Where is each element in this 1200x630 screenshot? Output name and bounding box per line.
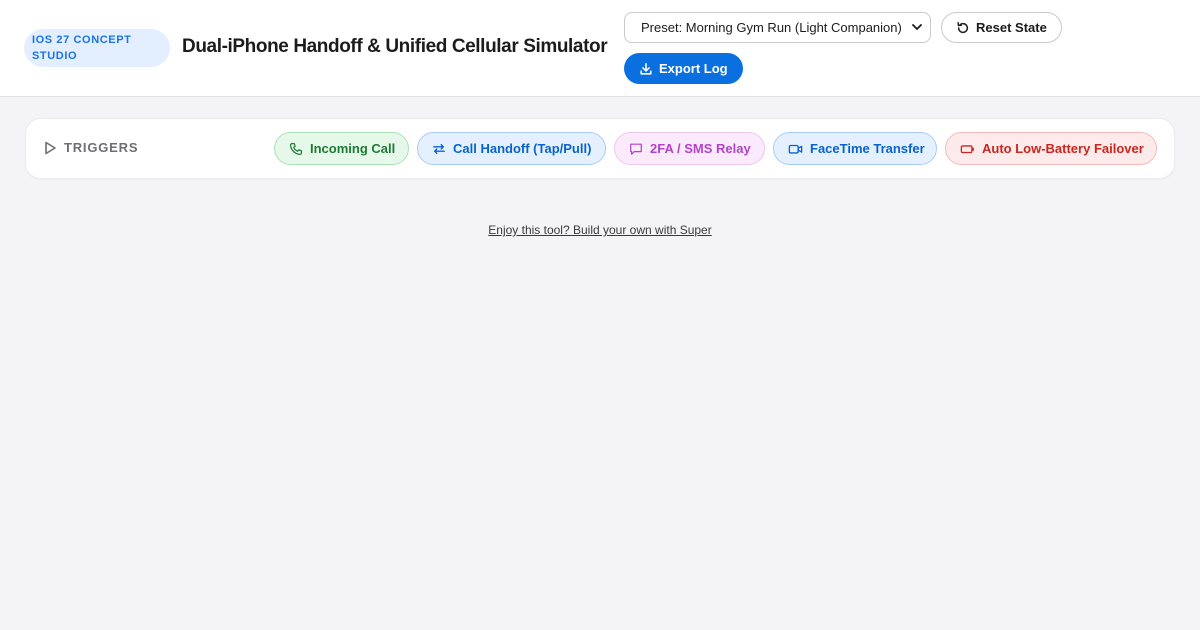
incoming-call-button[interactable]: Incoming Call bbox=[274, 132, 409, 165]
triggers-header[interactable]: TRIGGERS bbox=[44, 140, 138, 155]
top-bar: iOS 27 CONCEPT STUDIO Dual-iPhone Handof… bbox=[0, 0, 1200, 97]
preset-select-value: Preset: Morning Gym Run (Light Companion… bbox=[641, 20, 902, 35]
message-bubble-icon bbox=[630, 143, 642, 155]
battery-low-icon bbox=[960, 144, 974, 153]
build-your-own-link[interactable]: Enjoy this tool? Build your own with Sup… bbox=[488, 223, 711, 237]
sms-relay-label: 2FA / SMS Relay bbox=[650, 141, 751, 156]
reset-icon bbox=[957, 21, 969, 33]
play-icon bbox=[45, 141, 56, 154]
export-log-label: Export Log bbox=[659, 61, 728, 76]
chevron-down-icon bbox=[912, 24, 922, 30]
reset-state-label: Reset State bbox=[976, 20, 1047, 35]
call-handoff-button[interactable]: Call Handoff (Tap/Pull) bbox=[417, 132, 606, 165]
call-handoff-label: Call Handoff (Tap/Pull) bbox=[453, 141, 592, 156]
studio-badge: iOS 27 CONCEPT STUDIO bbox=[24, 29, 170, 67]
incoming-call-label: Incoming Call bbox=[310, 141, 396, 156]
swap-arrows-icon bbox=[433, 143, 445, 154]
facetime-transfer-button[interactable]: FaceTime Transfer bbox=[773, 132, 937, 165]
low-battery-failover-button[interactable]: Auto Low-Battery Failover bbox=[945, 132, 1157, 165]
triggers-label: TRIGGERS bbox=[64, 140, 139, 155]
reset-state-button[interactable]: Reset State bbox=[941, 12, 1062, 43]
video-camera-icon bbox=[788, 144, 803, 154]
low-battery-failover-label: Auto Low-Battery Failover bbox=[982, 141, 1144, 156]
page-title: Dual-iPhone Handoff & Unified Cellular S… bbox=[182, 36, 608, 57]
preset-select[interactable]: Preset: Morning Gym Run (Light Companion… bbox=[624, 12, 931, 43]
download-icon bbox=[640, 62, 652, 75]
phone-icon bbox=[289, 142, 303, 155]
footer: Enjoy this tool? Build your own with Sup… bbox=[0, 223, 1200, 237]
export-log-button[interactable]: Export Log bbox=[624, 53, 743, 84]
sms-relay-button[interactable]: 2FA / SMS Relay bbox=[614, 132, 765, 165]
facetime-transfer-label: FaceTime Transfer bbox=[810, 141, 925, 156]
